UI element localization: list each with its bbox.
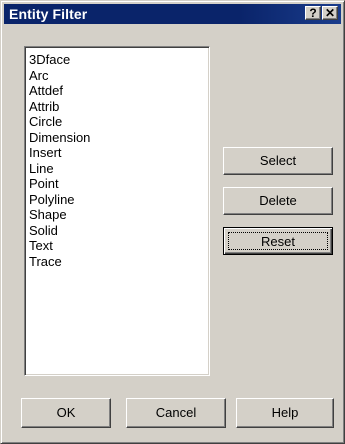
ok-button-label: OK bbox=[56, 405, 76, 420]
close-button[interactable]: ✕ bbox=[322, 6, 338, 20]
list-item[interactable]: Trace bbox=[29, 254, 209, 270]
list-item[interactable]: Point bbox=[29, 176, 209, 192]
question-mark-icon: ? bbox=[309, 6, 317, 20]
reset-button-label: Reset bbox=[228, 232, 328, 250]
select-button-label: Select bbox=[259, 153, 297, 168]
list-item[interactable]: Insert bbox=[29, 145, 209, 161]
ok-button[interactable]: OK bbox=[21, 398, 111, 428]
list-item[interactable]: Polyline bbox=[29, 192, 209, 208]
list-item[interactable]: Shape bbox=[29, 207, 209, 223]
reset-button[interactable]: Reset bbox=[223, 227, 333, 255]
entity-filter-dialog: Entity Filter ? ✕ 3Dface Arc Attdef Attr… bbox=[0, 0, 345, 444]
help-button[interactable]: Help bbox=[236, 398, 334, 428]
close-icon: ✕ bbox=[324, 6, 336, 20]
delete-button-label: Delete bbox=[259, 193, 297, 208]
cancel-button[interactable]: Cancel bbox=[126, 398, 226, 428]
window-title: Entity Filter bbox=[9, 6, 88, 22]
title-bar: Entity Filter ? ✕ bbox=[4, 4, 341, 24]
cancel-button-label: Cancel bbox=[155, 405, 197, 420]
delete-button[interactable]: Delete bbox=[223, 187, 333, 215]
entity-list[interactable]: 3Dface Arc Attdef Attrib Circle Dimensio… bbox=[24, 46, 210, 376]
list-item[interactable]: Text bbox=[29, 238, 209, 254]
list-item[interactable]: Line bbox=[29, 161, 209, 177]
list-item[interactable]: Solid bbox=[29, 223, 209, 239]
list-item[interactable]: Circle bbox=[29, 114, 209, 130]
list-item[interactable]: 3Dface bbox=[29, 52, 209, 68]
list-item[interactable]: Arc bbox=[29, 68, 209, 84]
help-button-label: Help bbox=[271, 405, 299, 420]
select-button[interactable]: Select bbox=[223, 147, 333, 175]
list-item[interactable]: Attdef bbox=[29, 83, 209, 99]
list-item[interactable]: Dimension bbox=[29, 130, 209, 146]
context-help-button[interactable]: ? bbox=[305, 6, 321, 20]
list-item[interactable]: Attrib bbox=[29, 99, 209, 115]
